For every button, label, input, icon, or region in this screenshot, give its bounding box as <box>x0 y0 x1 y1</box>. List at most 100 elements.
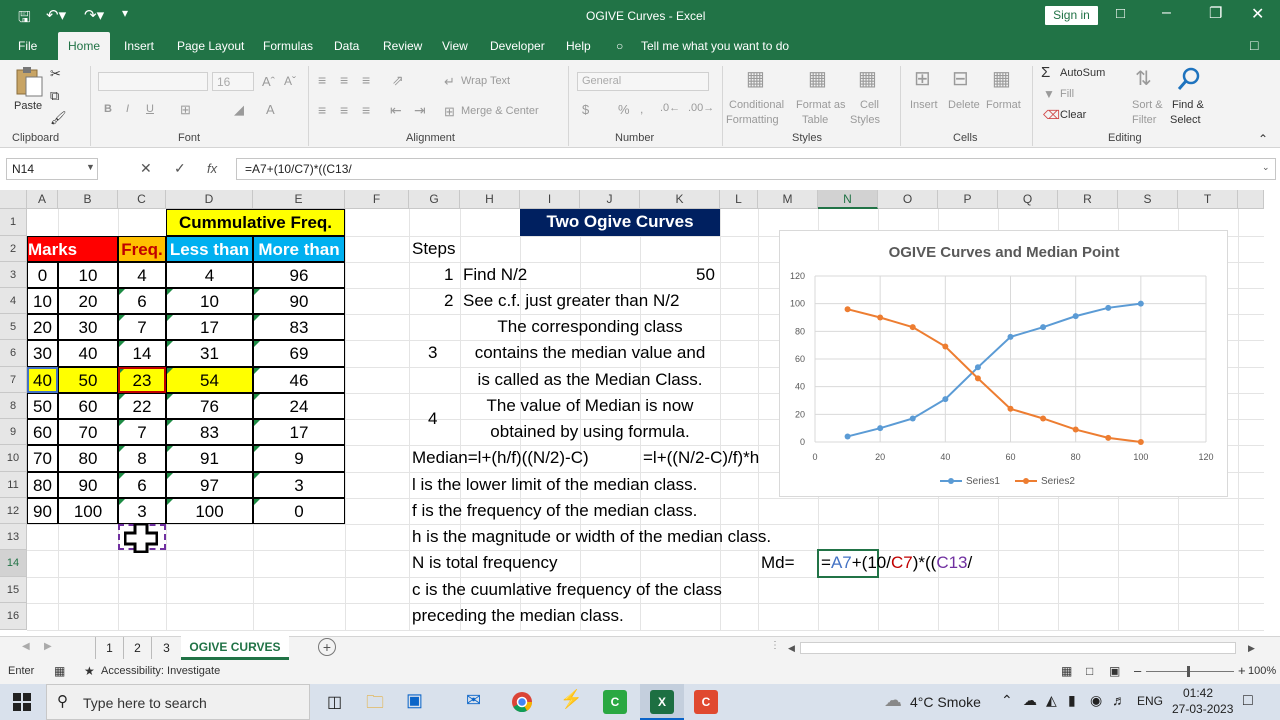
cell-styles-line1[interactable]: Cell <box>860 99 879 111</box>
store-icon[interactable]: ▣ <box>406 690 423 711</box>
error-indicator-icon[interactable] <box>167 394 173 400</box>
table-cell-marks-upper[interactable]: 60 <box>58 393 118 419</box>
step-3-number[interactable]: 3 <box>428 340 437 366</box>
error-indicator-icon[interactable] <box>167 499 173 505</box>
sheet-tab-2[interactable]: 2 <box>123 637 151 659</box>
table-cell-less-than-cf[interactable]: 4 <box>166 262 253 288</box>
table-cell-marks-upper[interactable]: 100 <box>58 498 118 524</box>
delete-cells-icon[interactable]: ⊟ <box>952 66 969 91</box>
error-indicator-icon[interactable] <box>254 289 260 295</box>
md-label[interactable]: Md= <box>761 550 795 576</box>
weather-icon[interactable]: ☁ <box>884 690 902 711</box>
app-icon-1[interactable]: ⚡ <box>560 689 582 710</box>
step-2-number[interactable]: 2 <box>444 288 453 314</box>
font-size-box[interactable]: 16 <box>212 72 254 91</box>
error-indicator-icon[interactable] <box>119 341 125 347</box>
table-cell-less-than-cf[interactable]: 17 <box>166 314 253 340</box>
clear-icon[interactable]: ⌫ <box>1043 108 1060 122</box>
macro-record-icon[interactable]: ▦ <box>54 664 65 678</box>
table-cell-less-than-cf[interactable]: 54 <box>166 367 253 393</box>
table-cell-marks-upper[interactable]: 70 <box>58 419 118 445</box>
fill-button[interactable]: Fill <box>1060 88 1074 100</box>
maximize-icon[interactable]: ❐ <box>1209 4 1222 22</box>
insert-cells-icon[interactable]: ⊞ <box>914 66 931 91</box>
format-as-table-line1[interactable]: Format as <box>796 99 846 111</box>
table-cell-marks-upper[interactable]: 20 <box>58 288 118 314</box>
italic-button[interactable]: I <box>126 103 129 115</box>
table-cell-frequency[interactable]: 4 <box>118 262 166 288</box>
table-cell-marks-lower[interactable]: 50 <box>27 393 58 419</box>
step-1-text[interactable]: Find N/2 <box>463 262 527 288</box>
format-as-table-line2[interactable]: Table <box>802 114 828 126</box>
paste-icon[interactable] <box>14 66 44 98</box>
percent-format-button[interactable]: % <box>618 102 630 117</box>
error-indicator-icon[interactable] <box>119 446 125 452</box>
error-indicator-icon[interactable] <box>167 341 173 347</box>
error-indicator-icon[interactable] <box>119 289 125 295</box>
scroll-right-icon[interactable]: ▶ <box>1248 643 1255 654</box>
sheet-tab-1[interactable]: 1 <box>95 637 123 659</box>
increase-indent-icon[interactable]: ⇥ <box>414 102 426 119</box>
insert-function-button[interactable]: fx <box>207 161 217 176</box>
tab-help[interactable]: Help <box>566 39 591 53</box>
median-formula-alt[interactable]: =l+((N/2-C)/f)*h <box>643 445 759 471</box>
table-cell-marks-lower[interactable]: 0 <box>27 262 58 288</box>
sheet-tab-ogive-curves[interactable]: OGIVE CURVES <box>181 636 289 660</box>
error-indicator-icon[interactable] <box>167 289 173 295</box>
table-cell-frequency[interactable]: 3 <box>118 498 166 524</box>
error-indicator-icon[interactable] <box>119 394 125 400</box>
scroll-left-icon[interactable]: ◀ <box>788 643 795 654</box>
format-cells-button[interactable]: Format <box>986 99 1021 111</box>
col-header-k[interactable]: K <box>640 190 720 209</box>
table-cell-marks-upper[interactable]: 40 <box>58 340 118 367</box>
merge-icon[interactable]: ⊞ <box>444 104 455 120</box>
align-middle-icon[interactable]: ≡ <box>340 72 348 88</box>
merge-center-button[interactable]: Merge & Center <box>461 105 539 117</box>
table-cell-more-than-cf[interactable]: 69 <box>253 340 345 367</box>
table-cell-frequency[interactable]: 6 <box>118 472 166 498</box>
less-than-header[interactable]: Less than <box>166 236 253 262</box>
error-indicator-icon[interactable] <box>254 473 260 479</box>
accounting-format-button[interactable]: $ <box>582 102 589 117</box>
horizontal-scrollbar[interactable] <box>800 642 1236 654</box>
clock-time[interactable]: 01:42 <box>1183 686 1213 700</box>
font-color-icon[interactable]: A <box>266 102 275 117</box>
wrap-text-icon[interactable]: ↵ <box>444 74 455 90</box>
increase-font-icon[interactable]: Aˆ <box>262 74 275 89</box>
more-than-header[interactable]: More than <box>253 236 345 262</box>
excel-taskbar-button[interactable]: X <box>640 684 684 720</box>
table-cell-less-than-cf[interactable]: 91 <box>166 445 253 472</box>
sign-in-button[interactable]: Sign in <box>1045 6 1098 25</box>
table-cell-frequency[interactable]: 7 <box>118 314 166 340</box>
median-formula[interactable]: Median=l+(h/f)((N/2)-C) <box>412 445 589 471</box>
next-sheet-icon[interactable]: ▶ <box>44 641 52 652</box>
col-header-a[interactable]: A <box>27 190 58 209</box>
error-indicator-icon[interactable] <box>167 473 173 479</box>
mail-icon[interactable]: ✉ <box>466 690 481 711</box>
fill-icon[interactable]: ▼ <box>1043 87 1055 101</box>
name-box-dropdown-icon[interactable]: ▼ <box>86 162 95 172</box>
ribbon-display-icon[interactable]: □ <box>1116 5 1125 22</box>
row-header[interactable]: 13 <box>0 524 27 550</box>
step-4-number[interactable]: 4 <box>428 406 437 432</box>
tab-formulas[interactable]: Formulas <box>263 39 313 53</box>
taskbar-search-box[interactable]: ⚲ Type here to search <box>46 684 310 720</box>
align-left-icon[interactable]: ≡ <box>318 102 326 118</box>
table-cell-more-than-cf[interactable]: 83 <box>253 314 345 340</box>
error-indicator-icon[interactable] <box>254 394 260 400</box>
table-cell-marks-lower[interactable]: 10 <box>27 288 58 314</box>
table-cell-more-than-cf[interactable]: 9 <box>253 445 345 472</box>
table-cell-marks-lower[interactable]: 20 <box>27 314 58 340</box>
table-cell-marks-upper[interactable]: 50 <box>58 367 118 393</box>
windows-start-icon[interactable] <box>13 693 31 711</box>
col-header-u[interactable] <box>1238 190 1264 209</box>
volume-icon[interactable]: ♬ <box>1112 692 1126 708</box>
comments-icon[interactable]: □ <box>1250 37 1258 53</box>
undo-icon[interactable]: ↶▾ <box>46 6 66 24</box>
find-select-line1[interactable]: Find & <box>1172 99 1204 111</box>
col-header-o[interactable]: O <box>878 190 938 209</box>
page-break-view-icon[interactable]: ▣ <box>1109 664 1120 678</box>
col-header-n[interactable]: N <box>818 190 878 209</box>
error-indicator-icon[interactable] <box>167 315 173 321</box>
cell-edit-formula[interactable]: =A7+(10/C7)*((C13/ <box>821 550 972 576</box>
